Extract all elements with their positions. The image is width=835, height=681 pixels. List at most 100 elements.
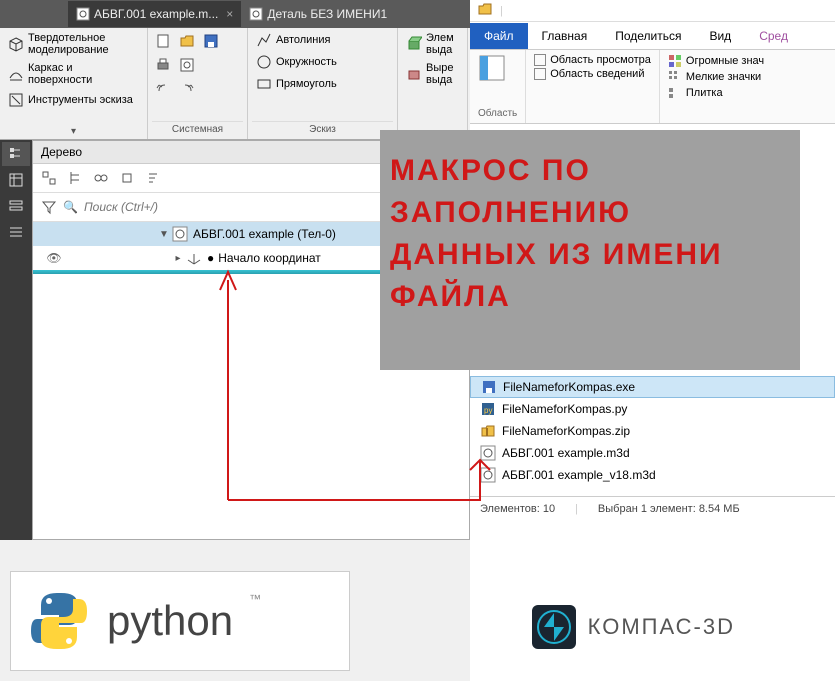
open-icon[interactable]: [178, 32, 196, 50]
file-row[interactable]: FileNameforKompas.zip: [470, 420, 835, 442]
cube-icon: [8, 36, 24, 52]
preview-icon[interactable]: [178, 56, 196, 74]
filter-icon[interactable]: [39, 197, 59, 217]
undo-icon[interactable]: [154, 80, 172, 98]
tab-doc-1[interactable]: Деталь БЕЗ ИМЕНИ1: [241, 1, 395, 27]
vars-tab-icon[interactable]: [2, 194, 30, 218]
status-selection: Выбран 1 элемент: 8.54 МБ: [598, 503, 740, 515]
details-pane-toggle[interactable]: Область сведений: [534, 68, 651, 80]
btn-label: Прямоуголь: [276, 78, 337, 90]
autoline-button[interactable]: Автолиния: [252, 30, 393, 50]
element-group: Элемвыда Выревыда: [398, 28, 468, 139]
extrude-button[interactable]: Элемвыда: [402, 30, 463, 58]
tree-link-icon[interactable]: [91, 168, 111, 188]
file-row[interactable]: py FileNameforKompas.py: [470, 398, 835, 420]
lines-tab-icon[interactable]: [2, 220, 30, 244]
divider: |: [500, 5, 503, 17]
tab-main[interactable]: Главная: [528, 23, 602, 49]
region-group: Область: [470, 50, 526, 123]
mode-solid[interactable]: Твердотельное моделирование: [4, 30, 143, 58]
tree-node-label: АБВГ.001 example (Тел-0): [193, 227, 336, 241]
sketch-group: Автолиния Окружность Прямоуголь Эскиз: [248, 28, 398, 139]
group-label: Системная: [152, 121, 243, 137]
tab-view[interactable]: Вид: [695, 23, 745, 49]
panes-group: Область просмотра Область сведений: [526, 50, 660, 123]
icons-group: Огромные знач Мелкие значки Плитка: [660, 50, 772, 123]
props-tab-icon[interactable]: [2, 168, 30, 192]
tiles-icon: [668, 86, 682, 100]
mode-label: Каркас и поверхности: [28, 62, 139, 86]
svg-text:py: py: [484, 406, 492, 415]
chevron-down-icon[interactable]: ▾: [4, 126, 143, 137]
file-name: АБВГ.001 example.m3d: [502, 446, 630, 460]
mode-label: Твердотельное моделирование: [28, 32, 139, 56]
tree-node-label: Начало координат: [218, 251, 321, 265]
print-icon[interactable]: [154, 56, 172, 74]
tree-collapse-icon[interactable]: [143, 168, 163, 188]
line-icon: [256, 32, 272, 48]
nav-pane-button[interactable]: [478, 54, 517, 82]
cut-icon: [406, 65, 422, 84]
tab-label: Деталь БЕЗ ИМЕНИ1: [267, 7, 387, 21]
save-icon[interactable]: [202, 32, 220, 50]
checkbox-icon: [534, 68, 546, 80]
file-row[interactable]: FileNameforKompas.exe: [470, 376, 835, 398]
python-label: python: [107, 597, 233, 645]
part-icon: [171, 225, 189, 243]
collapse-icon[interactable]: ▼: [157, 229, 171, 240]
small-grid-icon: [668, 70, 682, 84]
small-icons-button[interactable]: Мелкие значки: [668, 70, 764, 84]
tree-mode-icon[interactable]: [39, 168, 59, 188]
kompas-logo-icon: [530, 603, 578, 651]
file-row[interactable]: АБВГ.001 example.m3d: [470, 442, 835, 464]
tab-tools[interactable]: Сред: [745, 23, 802, 49]
close-icon[interactable]: ×: [226, 7, 233, 21]
tab-share[interactable]: Поделиться: [601, 23, 695, 49]
tree-struct-icon[interactable]: [65, 168, 85, 188]
part-icon: [76, 7, 90, 21]
status-count: Элементов: 10: [480, 503, 555, 515]
checkbox-icon: [534, 54, 546, 66]
tab-doc-0[interactable]: АБВГ.001 example.m... ×: [68, 1, 241, 27]
huge-icons-button[interactable]: Огромные знач: [668, 54, 764, 68]
kompas-label: КОМПАС-3D: [588, 614, 735, 640]
preview-pane-toggle[interactable]: Область просмотра: [534, 54, 651, 66]
group-label: Эскиз: [252, 121, 393, 137]
mode-sketch[interactable]: Инструменты эскиза: [4, 90, 143, 110]
m3d-icon: [480, 445, 496, 461]
explorer-ribbon: Область Область просмотра Область сведен…: [470, 50, 835, 124]
visibility-icon[interactable]: 👁: [33, 251, 75, 265]
python-logo-badge: python ™: [10, 571, 350, 671]
new-icon[interactable]: [154, 32, 172, 50]
cut-button[interactable]: Выревыда: [402, 60, 463, 88]
expand-icon[interactable]: ▸: [171, 253, 185, 264]
exe-icon: [481, 379, 497, 395]
ribbon: Твердотельное моделирование Каркас и пов…: [0, 28, 470, 140]
pane-icon: [478, 54, 506, 82]
annotation-text: МАКРОС ПО ЗАПОЛНЕНИЮ ДАННЫХ ИЗ ИМЕНИ ФАЙ…: [390, 150, 723, 318]
group-label: Область: [478, 108, 517, 119]
m3d-icon: [480, 467, 496, 483]
btn-label: Автолиния: [276, 34, 330, 46]
file-name: АБВГ.001 example_v18.m3d: [502, 468, 656, 482]
redo-icon[interactable]: [178, 80, 196, 98]
py-icon: py: [480, 401, 496, 417]
bullet-icon: ●: [207, 251, 214, 265]
grid-icon: [668, 54, 682, 68]
file-name: FileNameforKompas.zip: [502, 424, 630, 438]
tab-label: АБВГ.001 example.m...: [94, 7, 218, 21]
divider: |: [575, 503, 578, 515]
file-row[interactable]: АБВГ.001 example_v18.m3d: [470, 464, 835, 486]
explorer-tabs: Файл Главная Поделиться Вид Сред: [470, 22, 835, 50]
file-list: FileNameforKompas.exe py FileNameforKomp…: [470, 374, 835, 488]
search-icon: 🔍: [63, 200, 78, 214]
tiles-button[interactable]: Плитка: [668, 86, 764, 100]
zip-icon: [480, 423, 496, 439]
mode-surface[interactable]: Каркас и поверхности: [4, 60, 143, 88]
file-menu[interactable]: Файл: [470, 23, 528, 49]
tree-settings-icon[interactable]: [117, 168, 137, 188]
rect-button[interactable]: Прямоуголь: [252, 74, 393, 94]
circle-button[interactable]: Окружность: [252, 52, 393, 72]
modes-group: Твердотельное моделирование Каркас и пов…: [0, 28, 148, 139]
tree-tab-icon[interactable]: [2, 142, 30, 166]
